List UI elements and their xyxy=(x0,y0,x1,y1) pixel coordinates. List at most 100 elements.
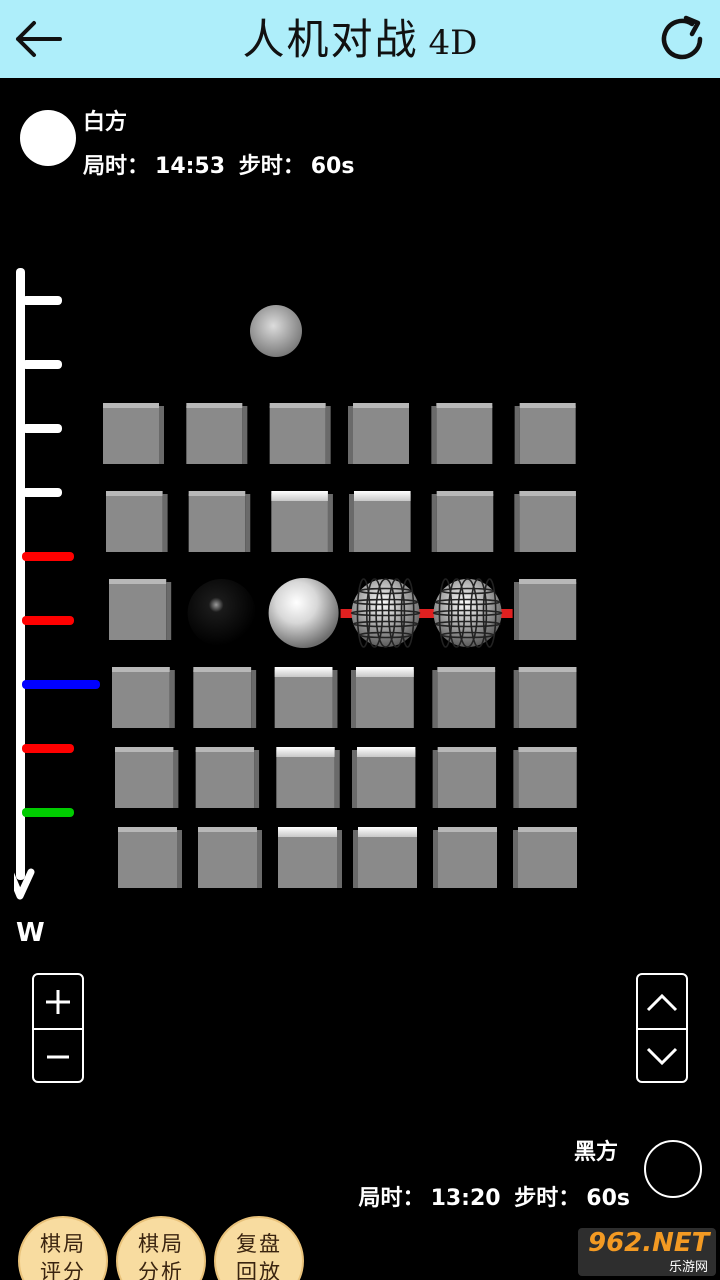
cell-front xyxy=(198,830,257,888)
cell-top xyxy=(519,491,576,496)
cell-side xyxy=(431,494,437,552)
cell-side xyxy=(325,406,331,464)
board-cell xyxy=(431,403,493,464)
cell-front xyxy=(276,750,335,808)
cell-top xyxy=(115,747,174,752)
action-label-2: 评分 xyxy=(40,1260,86,1280)
game-board[interactable] xyxy=(95,300,635,900)
board-cell xyxy=(433,827,497,888)
cell-top xyxy=(518,667,577,672)
cell-front xyxy=(437,750,497,808)
cell-top xyxy=(112,667,170,672)
site-watermark: 962.NET 乐游网 xyxy=(578,1228,716,1276)
chevron-down-icon xyxy=(646,1047,678,1065)
board-cell xyxy=(513,667,577,728)
cell-side xyxy=(433,830,438,888)
ruler-tick xyxy=(22,616,74,625)
game-time-value: 13:20 xyxy=(430,1186,501,1211)
level-up-button[interactable] xyxy=(638,975,686,1028)
cell-side xyxy=(327,494,333,552)
score-button[interactable]: 棋局 评分 xyxy=(18,1216,108,1280)
cell-top xyxy=(276,747,335,757)
board-cell xyxy=(276,747,340,808)
cell-top xyxy=(356,667,414,677)
cell-front xyxy=(438,830,497,888)
white-player-timers: 局时： 14:53 步时： 60s xyxy=(83,148,360,180)
cell-side xyxy=(351,670,356,728)
cell-top xyxy=(103,403,159,408)
cell-side xyxy=(349,494,354,552)
dimension-ruler[interactable]: W xyxy=(14,268,104,948)
board-cell xyxy=(348,403,409,464)
step-time-label: 步时： xyxy=(238,154,305,179)
cell-front xyxy=(118,830,177,888)
cell-front xyxy=(436,494,494,552)
cell-top xyxy=(186,403,243,408)
cell-side xyxy=(337,830,342,888)
chevron-up-icon xyxy=(646,993,678,1011)
cell-front xyxy=(358,830,417,888)
cell-top xyxy=(271,491,328,501)
board-cell xyxy=(431,491,494,552)
cell-top xyxy=(353,403,409,408)
cell-top xyxy=(274,667,333,677)
cell-front xyxy=(274,670,333,728)
cell-top xyxy=(358,827,417,837)
mode-tag: 4D xyxy=(428,23,478,63)
black-player-info: 黑方 局时： 13:20 步时： 60s xyxy=(302,1130,702,1212)
cell-front xyxy=(188,494,246,552)
cell-top xyxy=(193,667,252,672)
cell-top xyxy=(188,491,246,496)
board-cell xyxy=(118,827,182,888)
cell-side xyxy=(332,670,338,728)
replay-button[interactable]: 复盘 回放 xyxy=(214,1216,304,1280)
zoom-control xyxy=(32,973,84,1083)
black-player-name: 黑方 xyxy=(573,1140,618,1165)
board-cell xyxy=(513,747,577,808)
cell-top xyxy=(269,403,326,408)
level-down-button[interactable] xyxy=(638,1030,686,1083)
cell-side xyxy=(162,494,168,552)
zoom-out-button[interactable] xyxy=(34,1030,82,1083)
cell-side xyxy=(177,830,182,888)
cell-front xyxy=(193,670,252,728)
cell-side xyxy=(353,830,358,888)
top-bar: 人机对战 4D xyxy=(0,0,720,78)
board-cell xyxy=(269,403,331,464)
cell-front xyxy=(356,670,414,728)
cell-front xyxy=(271,494,328,552)
cell-side xyxy=(159,406,164,464)
step-time-label: 步时： xyxy=(514,1186,581,1211)
cell-side xyxy=(431,406,437,464)
board-cell xyxy=(271,491,333,552)
cell-top xyxy=(518,747,577,752)
cell-top xyxy=(198,827,257,832)
board-cell xyxy=(193,667,257,728)
cell-top xyxy=(109,579,167,584)
board-canvas[interactable] xyxy=(95,300,635,900)
level-control xyxy=(636,973,688,1083)
board-cell xyxy=(349,491,411,552)
cell-top xyxy=(354,491,411,501)
board-cell xyxy=(274,667,338,728)
board-cell xyxy=(514,403,576,464)
board-cell xyxy=(432,667,496,728)
cell-top xyxy=(437,747,497,752)
step-time-value: 60s xyxy=(310,154,355,179)
cell-side xyxy=(173,750,179,808)
game-time-label: 局时： xyxy=(83,154,150,179)
analysis-button[interactable]: 棋局 分析 xyxy=(116,1216,206,1280)
plus-icon xyxy=(46,989,70,1014)
cell-side xyxy=(513,830,518,888)
cell-front xyxy=(357,750,416,808)
cell-top xyxy=(195,747,255,752)
white-player-name: 白方 xyxy=(83,110,128,135)
black-player-timers: 局时： 13:20 步时： 60s xyxy=(359,1180,636,1212)
action-label-1: 棋局 xyxy=(40,1232,86,1256)
cell-top xyxy=(519,403,576,408)
cell-top xyxy=(438,827,497,832)
zoom-in-button[interactable] xyxy=(34,975,82,1028)
refresh-button[interactable] xyxy=(652,10,712,68)
moon-stone-icon xyxy=(250,305,302,357)
cell-top xyxy=(518,827,577,832)
